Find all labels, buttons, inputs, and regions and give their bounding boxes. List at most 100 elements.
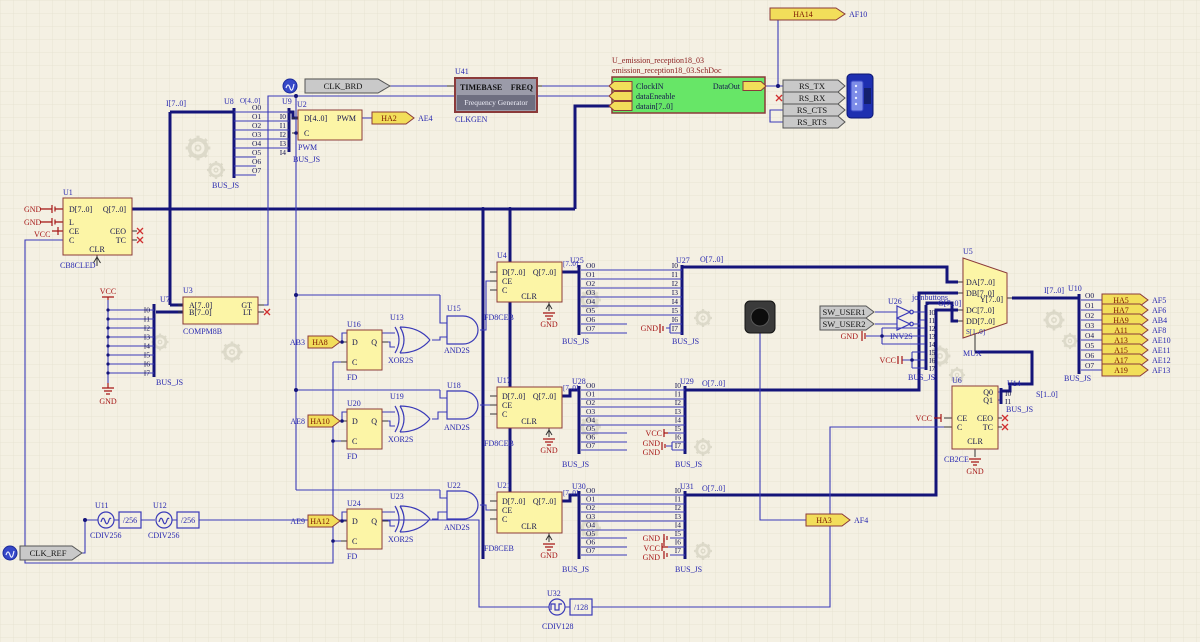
u1-ref: U1 xyxy=(63,188,73,197)
port-ha12[interactable]: HA12 AE9 xyxy=(290,515,340,527)
port-ha14[interactable]: HA14 AF10 xyxy=(770,8,867,20)
u26-type: INV2S xyxy=(890,332,913,341)
port-clk-ref[interactable]: CLK_REF xyxy=(20,546,82,560)
port-ha12-pin: AE9 xyxy=(290,517,305,526)
u17-pin-ce: CE xyxy=(502,401,512,410)
u8-pin-label-6: O6 xyxy=(252,157,261,166)
port-rs-rts: RS_RTS xyxy=(797,117,827,127)
u24-ref: U24 xyxy=(347,499,361,508)
port-ha8-label: HA8 xyxy=(312,338,328,347)
u14-ref: U14 xyxy=(1007,379,1021,388)
port-ha5: HA5 xyxy=(1113,296,1129,305)
port-ha10[interactable]: HA10 AE8 xyxy=(290,415,340,427)
u1-pin-ce: CE xyxy=(69,227,79,236)
port-clk-brd[interactable]: CLK_BRD xyxy=(305,79,390,93)
u12-div: /256 xyxy=(181,516,195,525)
u1-pin-clr: CLR xyxy=(89,245,105,254)
u1-pin-c: C xyxy=(69,236,74,245)
u29-busjs: BUS_JS xyxy=(675,460,702,469)
u12-type: CDIV256 xyxy=(148,531,180,540)
schematic-canvas[interactable]: GND GND VCC VCC GND GND VCC GND GND GND … xyxy=(0,0,1200,642)
u7-pin-label-2: I2 xyxy=(144,324,150,333)
u1-pin-l: L xyxy=(69,218,74,227)
net-o7-0: O[7..0] xyxy=(938,299,961,308)
u2-type: PWM xyxy=(298,143,317,152)
u27-pin-label-7: I7 xyxy=(672,324,678,333)
db9-connector-icon xyxy=(847,74,873,118)
u5-type: MUX xyxy=(963,349,982,358)
rs-ports[interactable]: RS_TX RS_RX RS_CTS RS_RTS xyxy=(783,80,845,128)
pin-ab4: AB4 xyxy=(1152,316,1167,325)
port-rs-cts: RS_CTS xyxy=(797,105,828,115)
u25-pin-label-0: O0 xyxy=(586,261,595,270)
u1-pin-tc: TC xyxy=(116,236,126,245)
u20-ref: U20 xyxy=(347,399,361,408)
jb-pin-label-7: I7 xyxy=(929,364,935,373)
u11-div: /256 xyxy=(123,516,137,525)
u7-pin-label-5: I5 xyxy=(144,351,150,360)
u21-type: FD8CEB xyxy=(484,544,514,553)
gnd-label: GND xyxy=(24,218,42,227)
u9-ref: U9 xyxy=(282,97,292,106)
port-sw-user1[interactable]: SW_USER1 xyxy=(820,306,874,318)
u21-ref: U21 xyxy=(497,481,511,490)
port-ha14-pin: AF10 xyxy=(849,10,867,19)
u27: I0I1I2I3I4I5I6I7 xyxy=(672,261,678,333)
port-a17: A17 xyxy=(1114,356,1128,365)
u18-ref: U18 xyxy=(447,381,461,390)
u17-pin-c: C xyxy=(502,410,507,419)
port-rs-tx: RS_TX xyxy=(799,81,825,91)
u17-pin-clr: CLR xyxy=(521,417,537,426)
u7-pin-label-6: I6 xyxy=(144,360,150,369)
pin-af6: AF6 xyxy=(1152,306,1166,315)
u22-type: AND2S xyxy=(444,523,470,532)
u27-pin-label-1: I1 xyxy=(672,270,678,279)
gnd-label: GND xyxy=(643,534,661,543)
port-ha8[interactable]: HA8 AB3 xyxy=(290,336,340,348)
port-ha3[interactable]: HA3 AF4 xyxy=(806,514,868,526)
compile-mask-icon-2 xyxy=(3,546,17,560)
vcc-label: VCC xyxy=(646,429,662,438)
u10-pin-label-0: O0 xyxy=(1085,291,1094,300)
u10-pin-label-5: O5 xyxy=(1085,341,1094,350)
u16-ref: U16 xyxy=(347,320,361,329)
u25-pin-label-3: O3 xyxy=(586,288,595,297)
u9-pin-label-0: I0 xyxy=(280,112,286,121)
port-sw-user2[interactable]: SW_USER2 xyxy=(820,318,874,330)
u8-ref: U8 xyxy=(224,97,234,106)
u8: O0O1O2O3O4O5O6O7 xyxy=(252,103,261,175)
sheet-pin-datain: datain[7..0] xyxy=(636,102,673,111)
u6-ref: U6 xyxy=(952,376,962,385)
u41-pin-timebase: TIMEBASE xyxy=(460,83,502,92)
u4-pin-c: C xyxy=(502,286,507,295)
u13-type: XOR2S xyxy=(388,356,413,365)
port-ha2[interactable]: HA2 AE4 xyxy=(372,112,433,124)
u28-pin-label-7: O7 xyxy=(586,441,595,450)
vcc-label: VCC xyxy=(100,287,116,296)
u11-ref: U11 xyxy=(95,501,108,510)
pin-af8: AF8 xyxy=(1152,326,1166,335)
gnd-label: GND xyxy=(841,332,859,341)
u10-pin-label-4: O4 xyxy=(1085,331,1094,340)
u20-pin-q: Q xyxy=(371,417,377,426)
u27-pin-label-3: I3 xyxy=(672,288,678,297)
u25-busjs: BUS_JS xyxy=(562,337,589,346)
u41-caption: Frequency Generator xyxy=(464,98,528,107)
u6-pin-ce: CE xyxy=(957,414,967,423)
u25-ref: U25 xyxy=(570,256,584,265)
u23-ref: U23 xyxy=(390,492,404,501)
u27-ref: U27 xyxy=(676,256,690,265)
u30-busjs: BUS_JS xyxy=(562,565,589,574)
u7-pin-label-7: I7 xyxy=(144,369,150,378)
u8-pin-label-4: O4 xyxy=(252,139,261,148)
u17-pin-d: D[7..0] xyxy=(502,392,525,401)
u7-pin-label-0: I0 xyxy=(144,306,150,315)
port-clk-brd-label: CLK_BRD xyxy=(324,81,363,91)
u8-pin-label-5: O5 xyxy=(252,148,261,157)
u10-pin-label-6: O6 xyxy=(1085,351,1094,360)
u25-pin-label-1: O1 xyxy=(586,270,595,279)
schematic-sheet: GND GND VCC VCC GND GND VCC GND GND GND … xyxy=(0,0,1200,642)
u32-ref: U32 xyxy=(547,589,561,598)
u25-pin-label-2: O2 xyxy=(586,279,595,288)
u27-pin-label-6: I6 xyxy=(672,315,678,324)
